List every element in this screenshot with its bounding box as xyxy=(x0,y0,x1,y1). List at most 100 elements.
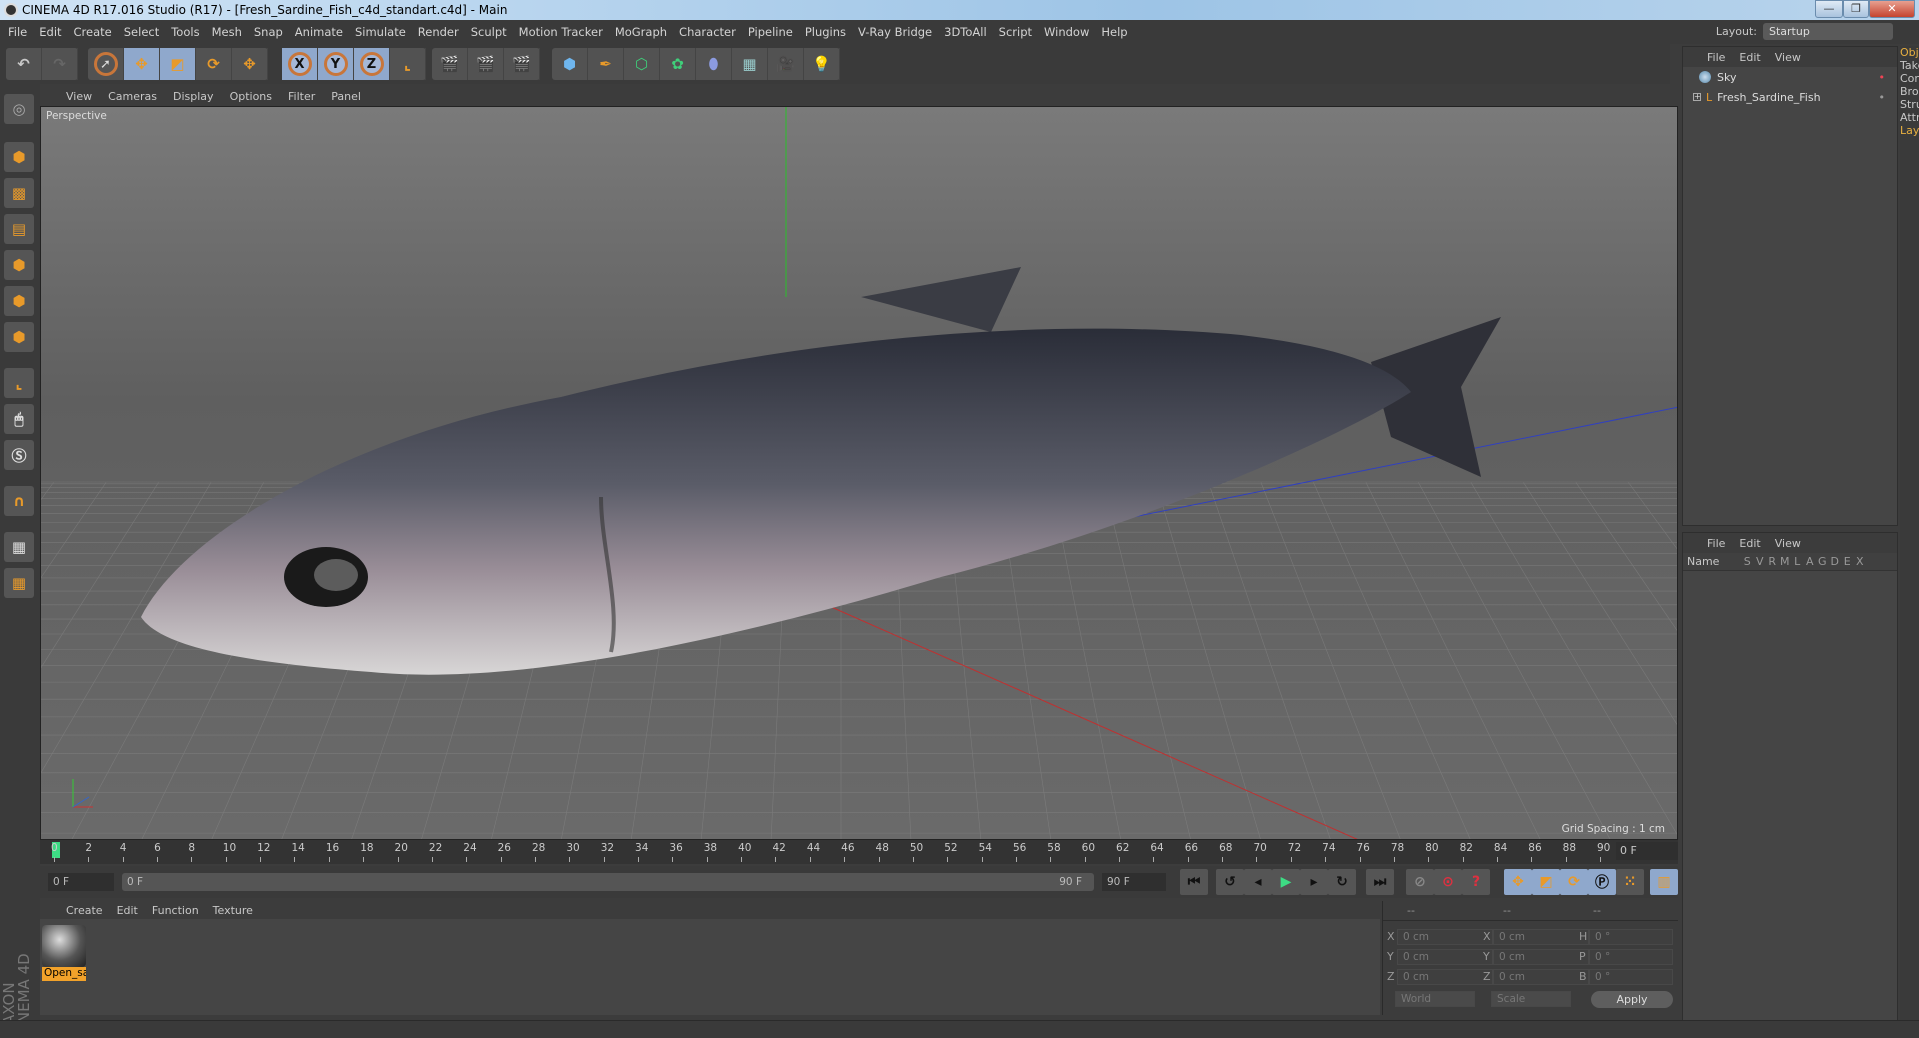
make-editable-button[interactable]: ◎ xyxy=(4,94,34,124)
object-row-sky[interactable]: Sky • xyxy=(1683,67,1897,87)
expand-icon[interactable]: + xyxy=(1693,93,1701,101)
material-menu-create[interactable]: Create xyxy=(66,904,103,917)
visibility-dots-icon[interactable]: • xyxy=(1879,91,1886,104)
position-z-field[interactable]: 0 cm xyxy=(1397,969,1493,985)
object-menu-view[interactable]: View xyxy=(1775,51,1801,64)
menu-tools[interactable]: Tools xyxy=(171,25,199,39)
layer-column-r[interactable]: R xyxy=(1766,555,1779,568)
layout-selector[interactable]: Layout: Startup xyxy=(1716,23,1893,40)
menu-mesh[interactable]: Mesh xyxy=(212,25,242,39)
rotation-p-field[interactable]: 0 ° xyxy=(1589,949,1673,965)
key-pla-button[interactable]: ⁙ xyxy=(1616,869,1644,895)
planar-workplane-button[interactable]: ▦ xyxy=(4,568,34,598)
object-menu-file[interactable]: File xyxy=(1707,51,1725,64)
live-selection-button[interactable]: ➚ xyxy=(88,48,124,80)
previous-key-button[interactable]: ↺ xyxy=(1216,869,1244,895)
layer-column-d[interactable]: D xyxy=(1829,555,1842,568)
magnet-button[interactable]: ∩ xyxy=(4,486,34,516)
menu-3dtoall[interactable]: 3DToAll xyxy=(944,25,987,39)
viewport-menu-options[interactable]: Options xyxy=(230,90,272,103)
menu-edit[interactable]: Edit xyxy=(39,25,61,39)
side-tab-structure[interactable]: Structure xyxy=(1900,98,1919,111)
render-settings-button[interactable]: 🎬 xyxy=(504,48,540,80)
menu-create[interactable]: Create xyxy=(74,25,112,39)
position-x-field[interactable]: 0 cm xyxy=(1397,929,1493,945)
coordinate-system-dropdown[interactable]: World xyxy=(1395,991,1475,1007)
go-to-end-button[interactable]: ⏭ xyxy=(1366,869,1394,895)
side-tab-objects[interactable]: Objects xyxy=(1900,46,1919,59)
menu-sculpt[interactable]: Sculpt xyxy=(471,25,507,39)
render-picture-viewer-button[interactable]: 🎬 xyxy=(468,48,504,80)
material-swatch[interactable]: Open_sardine xyxy=(42,925,86,981)
coordinate-system-button[interactable]: ⌞ xyxy=(390,48,426,80)
recent-tool-button[interactable]: ✥ xyxy=(232,48,268,80)
close-button[interactable]: ✕ xyxy=(1869,0,1915,18)
layer-column-name[interactable]: Name xyxy=(1683,555,1741,568)
rotation-b-field[interactable]: 0 ° xyxy=(1589,969,1673,985)
visibility-dots-icon[interactable]: • xyxy=(1879,71,1886,84)
minimize-button[interactable]: — xyxy=(1815,0,1843,18)
layer-column-a[interactable]: A xyxy=(1804,555,1817,568)
key-scale-button[interactable]: ◩ xyxy=(1532,869,1560,895)
menu-plugins[interactable]: Plugins xyxy=(805,25,846,39)
y-axis-button[interactable]: Y xyxy=(318,48,354,80)
axis-mode-button[interactable]: ⌞ xyxy=(4,368,34,398)
next-frame-button[interactable]: ▸ xyxy=(1300,869,1328,895)
viewport-menu-panel[interactable]: Panel xyxy=(331,90,361,103)
material-menu-function[interactable]: Function xyxy=(152,904,199,917)
floor-button[interactable]: ▦ xyxy=(732,48,768,80)
polygons-mode-button[interactable]: ⬢ xyxy=(4,322,34,352)
viewport-menu-filter[interactable]: Filter xyxy=(288,90,315,103)
size-mode-dropdown[interactable]: Scale xyxy=(1491,991,1571,1007)
subdivision-button[interactable]: ⬡ xyxy=(624,48,660,80)
layer-column-v[interactable]: V xyxy=(1754,555,1767,568)
menu-snap[interactable]: Snap xyxy=(254,25,283,39)
lock-workplane-button[interactable]: ▦ xyxy=(4,532,34,562)
viewport-menu-cameras[interactable]: Cameras xyxy=(108,90,157,103)
menu-animate[interactable]: Animate xyxy=(295,25,343,39)
deformer-button[interactable]: ⬮ xyxy=(696,48,732,80)
cube-button[interactable]: ⬢ xyxy=(552,48,588,80)
maximize-button[interactable]: ❐ xyxy=(1843,0,1869,18)
cloner-button[interactable]: ✿ xyxy=(660,48,696,80)
go-to-start-button[interactable]: ⏮ xyxy=(1180,869,1208,895)
timeline-ruler[interactable]: 0 2 4 6 8 10 12 14 16 18 20 22 24 26 28 30 32 34 36 38 40 42 4… xyxy=(40,840,1678,864)
object-menu-edit[interactable]: Edit xyxy=(1739,51,1760,64)
apply-button[interactable]: Apply xyxy=(1591,991,1673,1008)
current-frame-field[interactable]: 0 F xyxy=(1616,842,1678,860)
undo-button[interactable]: ↶ xyxy=(6,48,42,80)
size-z-field[interactable]: 0 cm xyxy=(1493,969,1589,985)
side-tab-attributes[interactable]: Attributes xyxy=(1900,111,1919,124)
pen-button[interactable]: ✒ xyxy=(588,48,624,80)
key-parameter-button[interactable]: Ⓟ xyxy=(1588,869,1616,895)
camera-button[interactable]: 🎥 xyxy=(768,48,804,80)
autokey-button[interactable]: ⊙ xyxy=(1434,869,1462,895)
layer-column-l[interactable]: L xyxy=(1791,555,1804,568)
side-tab-takes[interactable]: Takes xyxy=(1900,59,1919,72)
side-tab-content-browser[interactable]: Content Browser xyxy=(1900,72,1919,98)
points-mode-button[interactable]: ⬢ xyxy=(4,250,34,280)
keyframe-selection-button[interactable]: ? xyxy=(1462,869,1490,895)
menu-mograph[interactable]: MoGraph xyxy=(615,25,667,39)
layer-menu-file[interactable]: File xyxy=(1707,537,1725,550)
workplane-button[interactable]: ▤ xyxy=(4,214,34,244)
layout-dropdown[interactable]: Startup xyxy=(1763,23,1893,40)
layer-column-e[interactable]: E xyxy=(1841,555,1854,568)
size-y-field[interactable]: 0 cm xyxy=(1493,949,1589,965)
move-button[interactable]: ✥ xyxy=(124,48,160,80)
scale-button[interactable]: ◩ xyxy=(160,48,196,80)
object-row-fresh-sardine-fish[interactable]: + L Fresh_Sardine_Fish • xyxy=(1683,87,1897,107)
layer-column-s[interactable]: S xyxy=(1741,555,1754,568)
light-button[interactable]: 💡 xyxy=(804,48,840,80)
menu-character[interactable]: Character xyxy=(679,25,736,39)
menu-render[interactable]: Render xyxy=(418,25,459,39)
edges-mode-button[interactable]: ⬢ xyxy=(4,286,34,316)
previous-frame-button[interactable]: ◂ xyxy=(1244,869,1272,895)
layer-menu-edit[interactable]: Edit xyxy=(1739,537,1760,550)
snap-button[interactable]: Ⓢ xyxy=(4,440,34,470)
menu-v-ray-bridge[interactable]: V-Ray Bridge xyxy=(858,25,932,39)
menu-file[interactable]: File xyxy=(8,25,27,39)
viewport-menu-display[interactable]: Display xyxy=(173,90,214,103)
layer-column-m[interactable]: M xyxy=(1779,555,1792,568)
tweak-mode-button[interactable]: 🖱 xyxy=(4,404,34,434)
